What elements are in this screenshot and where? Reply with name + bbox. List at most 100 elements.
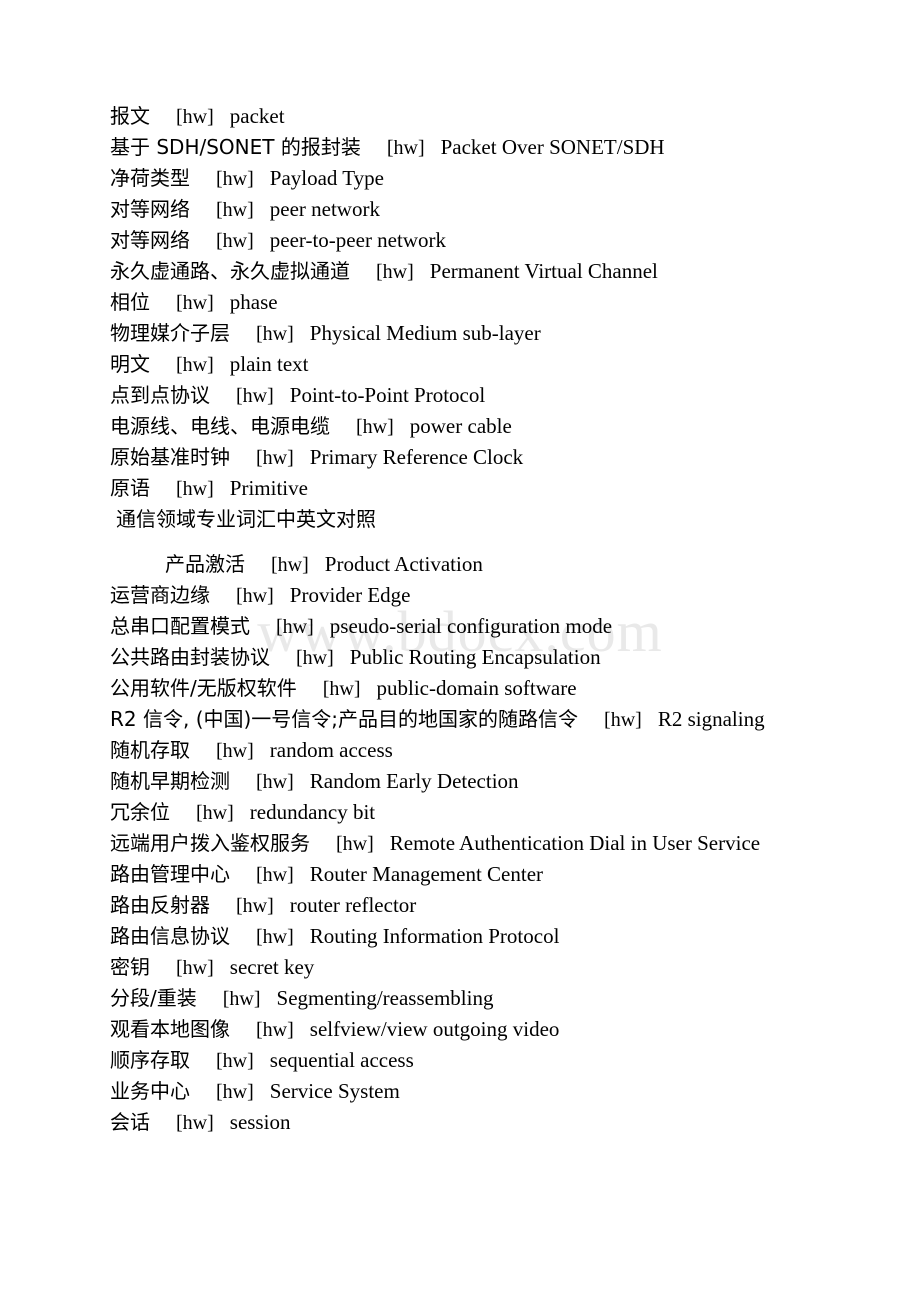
- glossary-source-tag: [hw]: [216, 1050, 254, 1072]
- glossary-term-english: Physical Medium sub-layer: [309, 321, 541, 345]
- glossary-source-tag: [hw]: [216, 230, 254, 252]
- glossary-source-tag: [hw]: [176, 957, 214, 979]
- glossary-entry: 原始基准时钟 [hw] Primary Reference Clock: [110, 442, 810, 473]
- glossary-entry: 业务中心 [hw] Service System: [110, 1076, 810, 1107]
- glossary-term-chinese: 分段/重装: [110, 986, 197, 1010]
- glossary-term-chinese: 路由反射器: [110, 893, 210, 917]
- glossary-term-english: random access: [269, 738, 393, 762]
- glossary-entry: 永久虚通路、永久虚拟通道 [hw] Permanent Virtual Channe…: [110, 256, 810, 287]
- glossary-term-english: redundancy bit: [249, 800, 376, 824]
- glossary-term-english: Random Early Detection: [309, 769, 519, 793]
- glossary-entry: 观看本地图像 [hw] selfview/view outgoing video: [110, 1014, 810, 1045]
- glossary-entry: 会话 [hw] session: [110, 1107, 810, 1138]
- section-caption-text: 通信领域专业词汇中英文对照: [116, 507, 376, 531]
- glossary-term-english: router reflector: [289, 893, 417, 917]
- glossary-entry: 路由管理中心 [hw] Router Management Center: [110, 859, 810, 890]
- glossary-entry: 相位 [hw] phase: [110, 287, 810, 318]
- glossary-entry: 远端用户拨入鉴权服务 [hw] Remote Authentication Dial…: [110, 828, 810, 859]
- glossary-source-tag: [hw]: [376, 261, 414, 283]
- glossary-term-english: peer-to-peer network: [269, 228, 446, 252]
- glossary-source-tag: [hw]: [236, 585, 274, 607]
- glossary-term-english: Packet Over SONET/SDH: [440, 135, 665, 159]
- glossary-source-tag: [hw]: [196, 802, 234, 824]
- glossary-term-chinese: 随机早期检测: [110, 769, 230, 793]
- glossary-entry: 路由信息协议 [hw] Routing Information Protocol: [110, 921, 810, 952]
- section-caption: 通信领域专业词汇中英文对照: [110, 504, 810, 534]
- glossary-entry: R2 信令, (中国)一号信令;产品目的地国家的随路信令 [hw] R2 signa…: [110, 704, 810, 735]
- glossary-source-tag: [hw]: [216, 1081, 254, 1103]
- glossary-entry: 明文 [hw] plain text: [110, 349, 810, 380]
- glossary-term-chinese: 路由管理中心: [110, 862, 230, 886]
- glossary-source-tag: [hw]: [256, 864, 294, 886]
- glossary-source-tag: [hw]: [176, 106, 214, 128]
- glossary-source-tag: [hw]: [256, 771, 294, 793]
- glossary-source-tag: [hw]: [256, 926, 294, 948]
- glossary-source-tag: [hw]: [271, 554, 309, 576]
- glossary-term-english: Point-to-Point Protocol: [289, 383, 486, 407]
- glossary-term-chinese: 顺序存取: [110, 1048, 190, 1072]
- glossary-source-tag: [hw]: [176, 1112, 214, 1134]
- glossary-term-english: plain text: [229, 352, 309, 376]
- glossary-term-chinese: 点到点协议: [110, 383, 210, 407]
- glossary-term-english: sequential access: [269, 1048, 414, 1072]
- glossary-entry: 物理媒介子层 [hw] Physical Medium sub-layer: [110, 318, 810, 349]
- glossary-source-tag: [hw]: [356, 416, 394, 438]
- glossary-source-tag: [hw]: [276, 616, 314, 638]
- glossary-source-tag: [hw]: [256, 447, 294, 469]
- glossary-term-english: Routing Information Protocol: [309, 924, 560, 948]
- glossary-entry: 顺序存取 [hw] sequential access: [110, 1045, 810, 1076]
- glossary-term-chinese: 业务中心: [110, 1079, 190, 1103]
- glossary-term-english: Provider Edge: [289, 583, 411, 607]
- glossary-term-chinese: 电源线、电线、电源电缆: [110, 414, 330, 438]
- glossary-entry: 冗余位 [hw] redundancy bit: [110, 797, 810, 828]
- glossary-term-english: Segmenting/reassembling: [276, 986, 494, 1010]
- glossary-source-tag: [hw]: [256, 323, 294, 345]
- glossary-source-tag: [hw]: [386, 137, 425, 159]
- glossary-term-chinese: 产品激活: [165, 552, 245, 576]
- glossary-entry: 原语 [hw] Primitive: [110, 473, 810, 504]
- glossary-source-tag: [hw]: [216, 168, 254, 190]
- glossary-term-english: public-domain software: [376, 676, 577, 700]
- glossary-term-english: Permanent Virtual Channel: [429, 259, 658, 283]
- glossary-term-chinese: 观看本地图像: [110, 1017, 230, 1041]
- glossary-term-chinese: 报文: [110, 104, 150, 128]
- glossary-term-chinese: 随机存取: [110, 738, 190, 762]
- glossary-term-chinese: 冗余位: [110, 800, 170, 824]
- glossary-source-tag: [hw]: [604, 709, 642, 731]
- glossary-term-english: Public Routing Encapsulation: [349, 645, 601, 669]
- glossary-entry: 总串口配置模式 [hw] pseudo-serial configuration m…: [110, 611, 810, 642]
- glossary-entry: 密钥 [hw] secret key: [110, 952, 810, 983]
- glossary-entry: 分段/重装 [hw] Segmenting/reassembling: [110, 983, 810, 1014]
- glossary-term-english: session: [229, 1110, 291, 1134]
- glossary-entry: 随机存取 [hw] random access: [110, 735, 810, 766]
- glossary-term-chinese: 公用软件/无版权软件: [110, 676, 297, 700]
- glossary-entry: 运营商边缘 [hw] Provider Edge: [110, 580, 810, 611]
- glossary-term-english: secret key: [229, 955, 315, 979]
- glossary-entry: 报文 [hw] packet: [110, 101, 810, 132]
- glossary-term-english: Product Activation: [324, 552, 483, 576]
- glossary-entry: 电源线、电线、电源电缆 [hw] power cable: [110, 411, 810, 442]
- glossary-term-english: pseudo-serial configuration mode: [329, 614, 613, 638]
- glossary-entry: 净荷类型 [hw] Payload Type: [110, 163, 810, 194]
- glossary-term-chinese: 总串口配置模式: [110, 614, 250, 638]
- glossary-term-chinese: 明文: [110, 352, 150, 376]
- document-page: 报文 [hw] packet 基于 SDH/SONET 的报封装 [hw] Packet …: [0, 0, 920, 1302]
- glossary-entry: 随机早期检测 [hw] Random Early Detection: [110, 766, 810, 797]
- glossary-source-tag: [hw]: [176, 478, 214, 500]
- glossary-term-english: Primitive: [229, 476, 308, 500]
- glossary-source-tag: [hw]: [216, 199, 254, 221]
- glossary-source-tag: [hw]: [336, 833, 374, 855]
- glossary-term-chinese: 永久虚通路、永久虚拟通道: [110, 259, 350, 283]
- glossary-source-tag: [hw]: [296, 647, 334, 669]
- glossary-term-chinese: R2 信令, (中国)一号信令;产品目的地国家的随路信令: [110, 707, 579, 731]
- glossary-term-english: Payload Type: [269, 166, 384, 190]
- glossary-term-chinese: 会话: [110, 1110, 150, 1134]
- glossary-entry: 对等网络 [hw] peer network: [110, 194, 810, 225]
- glossary-term-chinese: 对等网络: [110, 228, 190, 252]
- glossary-term-chinese: 原始基准时钟: [110, 445, 230, 469]
- glossary-term-chinese: 运营商边缘: [110, 583, 210, 607]
- glossary-entry: 公用软件/无版权软件 [hw] public-domain software: [110, 673, 810, 704]
- glossary-term-english: Service System: [269, 1079, 400, 1103]
- glossary-term-chinese: 相位: [110, 290, 150, 314]
- glossary-entry: 基于 SDH/SONET 的报封装 [hw] Packet Over SONET/S…: [110, 132, 810, 163]
